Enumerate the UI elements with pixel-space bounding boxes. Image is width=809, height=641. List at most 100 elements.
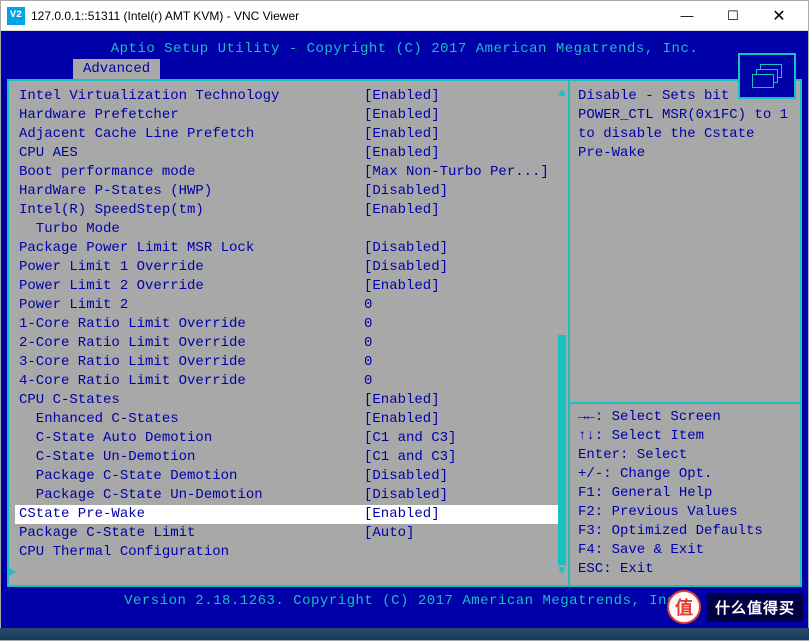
setting-label: Turbo Mode xyxy=(19,220,364,239)
setting-row[interactable]: Package C-State Un-Demotion[Disabled] xyxy=(19,486,564,505)
key-hint: F2: Previous Values xyxy=(578,503,792,522)
setting-label: Adjacent Cache Line Prefetch xyxy=(19,125,364,144)
setting-row[interactable]: Package Power Limit MSR Lock[Disabled] xyxy=(19,239,564,258)
setting-row[interactable]: Package C-State Demotion[Disabled] xyxy=(19,467,564,486)
key-legend: →←: Select Screen↑↓: Select ItemEnter: S… xyxy=(578,408,792,579)
setting-value: [Enabled] xyxy=(364,391,440,410)
setting-row[interactable]: CPU Thermal Configuration xyxy=(19,543,564,562)
setting-row[interactable]: Boot performance mode[Max Non-Turbo Per.… xyxy=(19,163,564,182)
setting-value: [Disabled] xyxy=(364,239,448,258)
watermark-text: 什么值得买 xyxy=(707,593,803,622)
setting-label: Package Power Limit MSR Lock xyxy=(19,239,364,258)
setting-value: 0 xyxy=(364,334,372,353)
setting-row[interactable]: CPU C-States[Enabled] xyxy=(19,391,564,410)
setting-label: Package C-State Un-Demotion xyxy=(19,486,364,505)
setting-label: Enhanced C-States xyxy=(19,410,364,429)
setting-label: Power Limit 2 Override xyxy=(19,277,364,296)
help-line: POWER_CTL MSR(0x1FC) to 1 xyxy=(578,106,792,125)
help-line: Pre-Wake xyxy=(578,144,792,163)
key-hint: +/-: Change Opt. xyxy=(578,465,792,484)
setting-value: [Enabled] xyxy=(364,410,440,429)
setting-label: CPU Thermal Configuration xyxy=(19,543,364,562)
vnc-window: V2 127.0.0.1::51311 (Intel(r) AMT KVM) -… xyxy=(0,0,809,641)
key-hint: F1: General Help xyxy=(578,484,792,503)
setting-label: Boot performance mode xyxy=(19,163,364,182)
ami-logo-icon xyxy=(738,53,796,99)
setting-value: [Enabled] xyxy=(364,201,440,220)
setting-row[interactable]: 2-Core Ratio Limit Override0 xyxy=(19,334,564,353)
key-hint: Enter: Select xyxy=(578,446,792,465)
scroll-up-icon[interactable]: ▲ xyxy=(558,87,566,101)
bios-screen: Aptio Setup Utility - Copyright (C) 2017… xyxy=(1,31,808,640)
setting-value: [C1 and C3] xyxy=(364,429,456,448)
setting-label: HardWare P-States (HWP) xyxy=(19,182,364,201)
key-hint: F3: Optimized Defaults xyxy=(578,522,792,541)
setting-label: CPU C-States xyxy=(19,391,364,410)
minimize-button[interactable]: — xyxy=(664,2,710,30)
setting-value: [Disabled] xyxy=(364,182,448,201)
setting-value: 0 xyxy=(364,353,372,372)
setting-value: 0 xyxy=(364,372,372,391)
setting-row[interactable]: C-State Auto Demotion[C1 and C3] xyxy=(19,429,564,448)
settings-scrollbar[interactable]: ▲ ▼ xyxy=(558,87,566,579)
setting-label: 3-Core Ratio Limit Override xyxy=(19,353,364,372)
watermark: 值 什么值得买 xyxy=(667,590,803,624)
app-icon: V2 xyxy=(7,7,25,25)
setting-label: 2-Core Ratio Limit Override xyxy=(19,334,364,353)
setting-row[interactable]: Power Limit 20 xyxy=(19,296,564,315)
setting-label: Intel Virtualization Technology xyxy=(19,87,364,106)
setting-value: [Enabled] xyxy=(364,277,440,296)
setting-row[interactable]: Hardware Prefetcher[Enabled] xyxy=(19,106,564,125)
setting-row[interactable]: Power Limit 2 Override[Enabled] xyxy=(19,277,564,296)
key-hint: →←: Select Screen xyxy=(578,408,792,427)
setting-row[interactable]: 4-Core Ratio Limit Override0 xyxy=(19,372,564,391)
key-hint: ↑↓: Select Item xyxy=(578,427,792,446)
setting-label: Power Limit 2 xyxy=(19,296,364,315)
setting-value: [Disabled] xyxy=(364,486,448,505)
setting-row[interactable]: Turbo Mode xyxy=(19,220,564,239)
setting-value: [Enabled] xyxy=(364,125,440,144)
key-hint: ESC: Exit xyxy=(578,560,792,579)
setting-label: Hardware Prefetcher xyxy=(19,106,364,125)
setting-row[interactable]: HardWare P-States (HWP)[Disabled] xyxy=(19,182,564,201)
setting-label: Package C-State Limit xyxy=(19,524,364,543)
setting-row[interactable]: CPU AES[Enabled] xyxy=(19,144,564,163)
maximize-button[interactable]: ☐ xyxy=(710,2,756,30)
setting-value: [Enabled] xyxy=(364,106,440,125)
scroll-thumb[interactable] xyxy=(558,335,566,565)
setting-row[interactable]: Enhanced C-States[Enabled] xyxy=(19,410,564,429)
setting-label: Intel(R) SpeedStep(tm) xyxy=(19,201,364,220)
bios-header: Aptio Setup Utility - Copyright (C) 2017… xyxy=(7,35,802,59)
setting-value: [Max Non-Turbo Per...] xyxy=(364,163,549,182)
setting-row[interactable]: Package C-State Limit[Auto] xyxy=(19,524,564,543)
setting-row[interactable]: Adjacent Cache Line Prefetch[Enabled] xyxy=(19,125,564,144)
setting-value: [C1 and C3] xyxy=(364,448,456,467)
help-pane: Disable - Sets bit 30 ofPOWER_CTL MSR(0x… xyxy=(570,81,800,585)
setting-value: [Enabled] xyxy=(364,144,440,163)
window-controls: — ☐ ✕ xyxy=(664,2,802,30)
window-titlebar[interactable]: V2 127.0.0.1::51311 (Intel(r) AMT KVM) -… xyxy=(1,1,808,31)
setting-row[interactable]: CState Pre-Wake[Enabled] xyxy=(15,505,564,524)
setting-row[interactable]: 1-Core Ratio Limit Override0 xyxy=(19,315,564,334)
taskbar-fragment xyxy=(0,628,809,640)
setting-value: [Disabled] xyxy=(364,467,448,486)
bios-main-panel: Intel Virtualization Technology[Enabled]… xyxy=(7,79,802,587)
setting-value: [Enabled] xyxy=(364,87,440,106)
setting-row[interactable]: 3-Core Ratio Limit Override0 xyxy=(19,353,564,372)
close-button[interactable]: ✕ xyxy=(756,2,802,30)
setting-row[interactable]: Power Limit 1 Override[Disabled] xyxy=(19,258,564,277)
setting-value: 0 xyxy=(364,296,372,315)
setting-label: C-State Un-Demotion xyxy=(19,448,364,467)
submenu-arrow-icon: ▶ xyxy=(7,564,16,579)
settings-pane[interactable]: Intel Virtualization Technology[Enabled]… xyxy=(9,81,570,585)
setting-row[interactable]: Intel Virtualization Technology[Enabled] xyxy=(19,87,564,106)
scroll-down-icon[interactable]: ▼ xyxy=(558,565,566,579)
setting-row[interactable]: Intel(R) SpeedStep(tm)[Enabled] xyxy=(19,201,564,220)
help-separator xyxy=(570,402,800,404)
setting-label: C-State Auto Demotion xyxy=(19,429,364,448)
setting-label: CPU AES xyxy=(19,144,364,163)
setting-row[interactable]: C-State Un-Demotion[C1 and C3] xyxy=(19,448,564,467)
setting-label: Power Limit 1 Override xyxy=(19,258,364,277)
tab-advanced[interactable]: Advanced xyxy=(73,59,160,79)
bios-tab-row: Advanced xyxy=(7,59,802,79)
